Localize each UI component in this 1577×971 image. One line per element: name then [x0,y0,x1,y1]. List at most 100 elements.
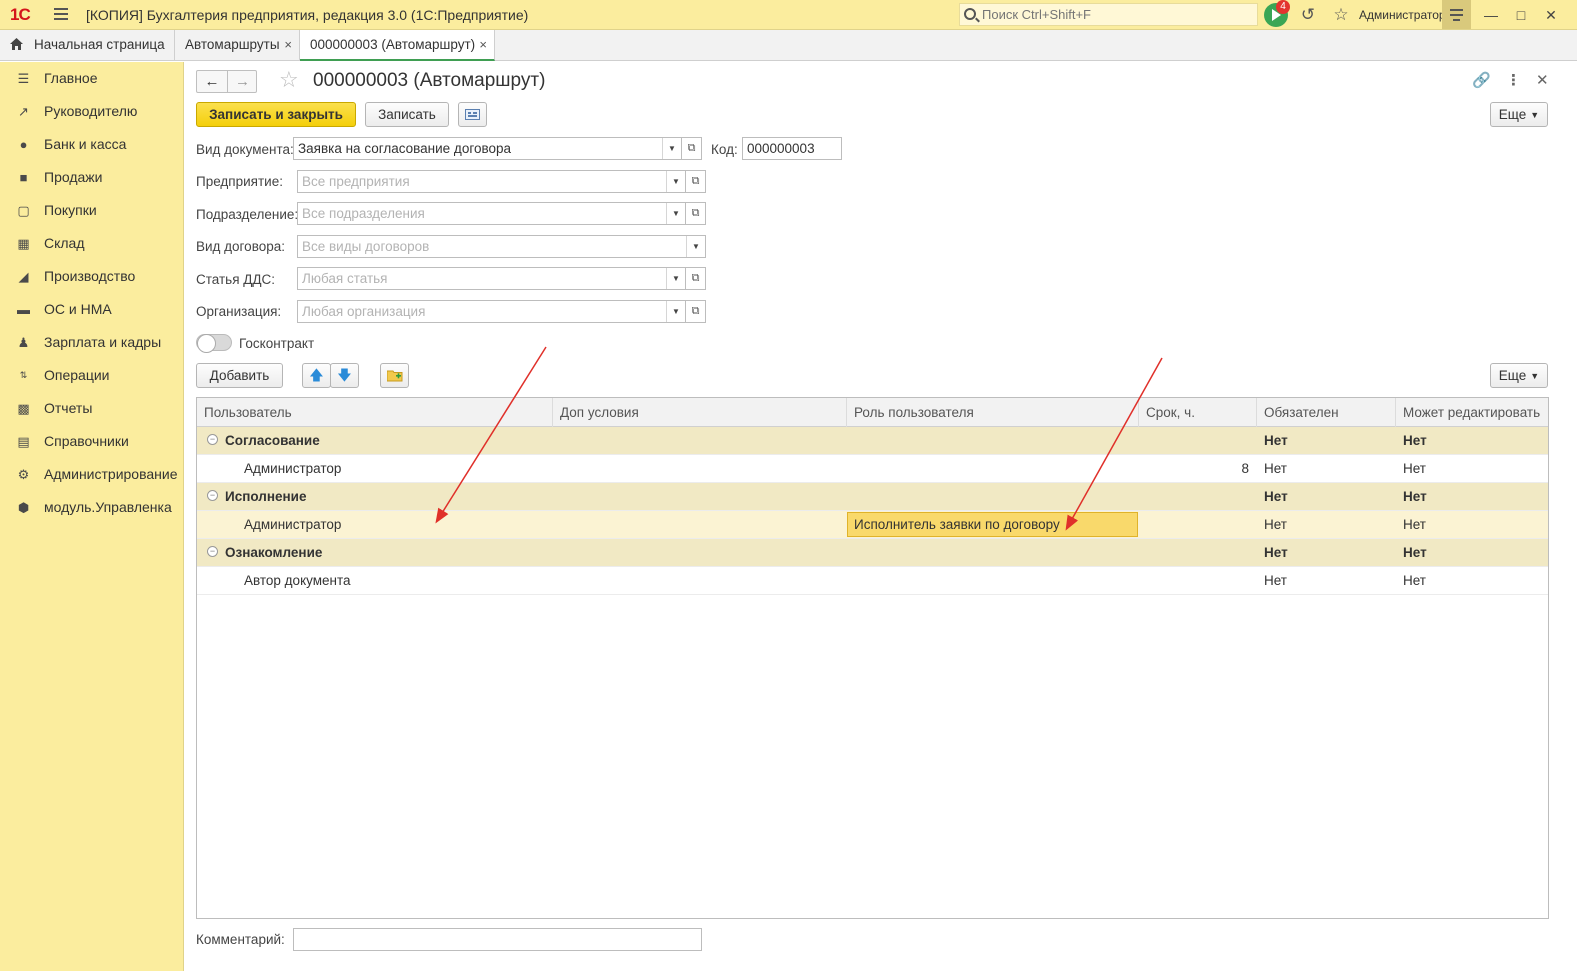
contract-type-placeholder: Все виды договоров [302,239,430,254]
route-steps-table[interactable]: Пользователь Доп условия Роль пользовате… [196,397,1549,919]
editable-cell: Нет [1403,545,1427,560]
system-menu-button[interactable] [1442,0,1471,29]
collapse-icon[interactable]: − [207,434,218,445]
sidebar-item-main[interactable]: ☰ Главное [0,62,184,95]
editable-cell: Нет [1403,573,1426,588]
table-group-row[interactable]: − Ознакомление Нет Нет [197,539,1548,567]
column-header-user[interactable]: Пользователь [197,398,553,427]
gov-contract-toggle[interactable] [196,334,232,353]
close-window-icon[interactable]: ✕ [1541,6,1561,24]
tab-automarshruty[interactable]: Автомаршруты × [175,30,300,61]
close-tab-icon[interactable]: × [284,30,292,60]
save-and-close-button[interactable]: Записать и закрыть [196,102,356,127]
sidebar-item-directories[interactable]: ▤ Справочники [0,425,184,458]
favorite-star-icon[interactable]: ☆ [279,67,299,93]
user-cell: Администратор [244,517,342,532]
organization-field[interactable]: Любая организация ▼ [297,300,686,323]
sidebar-item-payroll[interactable]: ♟ Зарплата и кадры [0,326,184,359]
sidebar-item-admin[interactable]: ⚙ Администрирование [0,458,184,491]
open-doc-type-icon[interactable]: ⧉ [681,137,702,160]
sidebar-item-purchases[interactable]: ▢ Покупки [0,194,184,227]
main-menu-icon[interactable] [54,8,68,20]
global-search[interactable] [959,3,1258,26]
table-group-row[interactable]: − Согласование Нет Нет [197,427,1548,455]
sidebar-item-sales[interactable]: ■ Продажи [0,161,184,194]
sidebar-item-production[interactable]: ◢ Производство [0,260,184,293]
close-form-icon[interactable]: ✕ [1536,71,1549,89]
move-down-icon[interactable]: 🡇 [330,363,359,388]
favorites-star-icon[interactable]: ☆ [1331,5,1351,25]
contract-type-field[interactable]: Все виды договоров ▼ [297,235,706,258]
open-cash-item-icon[interactable]: ⧉ [685,267,706,290]
open-organization-icon[interactable]: ⧉ [685,300,706,323]
dropdown-arrow-icon[interactable]: ▼ [666,203,685,224]
collapse-icon[interactable]: − [207,490,218,501]
shopping-cart-icon: ▢ [17,203,30,218]
trend-chart-icon: ↗ [18,104,29,119]
table-row-selected[interactable]: Администратор Исполнитель заявки по дого… [197,511,1548,539]
add-group-folder-icon[interactable] [380,363,409,388]
doc-type-field[interactable]: Заявка на согласование договора ▼ [293,137,682,160]
books-icon: ▤ [17,434,30,449]
sidebar-item-label: модуль.Управленка [44,499,172,515]
sidebar-item-label: Справочники [44,433,129,449]
chevron-down-icon: ▼ [1530,370,1540,381]
bar-chart-icon: ▩ [17,401,30,416]
role-cell-active[interactable]: Исполнитель заявки по договору [847,512,1138,537]
sidebar-item-operations[interactable]: ⇅ Операции [0,359,184,392]
table-row[interactable]: Автор документа Нет Нет [197,567,1548,595]
enterprise-field[interactable]: Все предприятия ▼ [297,170,686,193]
dropdown-arrow-icon[interactable]: ▼ [666,301,685,322]
close-tab-icon[interactable]: × [479,30,487,60]
tab-current-document[interactable]: 000000003 (Автомаршрут) × [300,30,495,61]
open-department-icon[interactable]: ⧉ [685,202,706,225]
sidebar-item-label: Администрирование [44,466,178,482]
column-header-editable[interactable]: Может редактировать [1396,398,1548,427]
save-button[interactable]: Записать [365,102,449,127]
table-more-button[interactable]: Еще ▼ [1490,363,1548,388]
editable-cell: Нет [1403,433,1427,448]
column-header-role[interactable]: Роль пользователя [847,398,1139,427]
back-arrow-icon[interactable]: ← [197,71,227,92]
department-field[interactable]: Все подразделения ▼ [297,202,686,225]
table-row[interactable]: Администратор 8 Нет Нет [197,455,1548,483]
cash-item-field[interactable]: Любая статья ▼ [297,267,686,290]
sidebar-item-reports[interactable]: ▩ Отчеты [0,392,184,425]
column-header-conditions[interactable]: Доп условия [553,398,847,427]
editable-cell: Нет [1403,517,1426,532]
department-label: Подразделение: [196,207,299,222]
history-icon[interactable]: ↺ [1298,5,1318,25]
dropdown-arrow-icon[interactable]: ▼ [686,236,705,257]
current-user[interactable]: Администратор [1359,8,1446,22]
comment-field[interactable] [293,928,702,951]
home-icon [10,38,23,50]
code-field[interactable]: 000000003 [742,137,842,160]
dropdown-arrow-icon[interactable]: ▼ [662,138,681,159]
sidebar-item-manager[interactable]: ↗ Руководителю [0,95,184,128]
link-icon[interactable]: 🔗 [1472,71,1491,89]
table-group-row[interactable]: − Исполнение Нет Нет [197,483,1548,511]
more-vertical-icon[interactable]: ⋮ [1506,71,1521,89]
sidebar-item-assets[interactable]: ▬ ОС и НМА [0,293,184,326]
tab-home[interactable]: Начальная страница [0,30,175,61]
dropdown-arrow-icon[interactable]: ▼ [666,171,685,192]
code-label: Код: [711,142,738,157]
add-row-button[interactable]: Добавить [196,363,283,388]
open-enterprise-icon[interactable]: ⧉ [685,170,706,193]
sidebar-item-module[interactable]: ⬢ модуль.Управленка [0,491,184,524]
structure-icon[interactable] [458,102,487,127]
collapse-icon[interactable]: − [207,546,218,557]
dropdown-arrow-icon[interactable]: ▼ [666,268,685,289]
minimize-icon[interactable]: — [1481,6,1501,24]
column-header-required[interactable]: Обязателен [1257,398,1396,427]
department-placeholder: Все подразделения [302,206,425,221]
move-up-icon[interactable]: 🡅 [302,363,331,388]
column-header-term[interactable]: Срок, ч. [1139,398,1257,427]
more-button[interactable]: Еще ▼ [1490,102,1548,127]
forward-arrow-icon[interactable]: → [227,71,257,92]
sidebar-item-bank[interactable]: ● Банк и касса [0,128,184,161]
search-input[interactable] [980,6,1250,23]
maximize-icon[interactable]: □ [1511,6,1531,24]
sidebar-item-warehouse[interactable]: ▦ Склад [0,227,184,260]
tab-label: Автомаршруты [185,37,280,52]
